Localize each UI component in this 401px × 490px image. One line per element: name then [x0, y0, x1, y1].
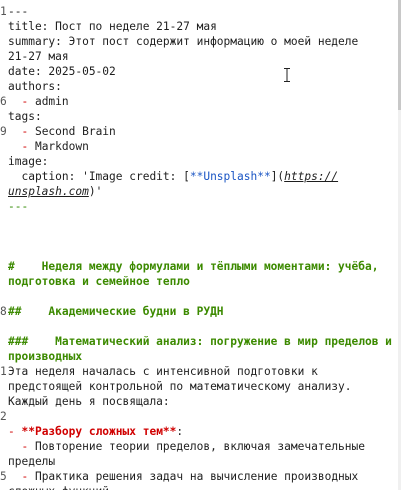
editor-line[interactable]: --- — [8, 199, 393, 214]
line-number: 9 — [0, 125, 7, 138]
line-text-segment: Markdown — [34, 140, 89, 153]
line-text-segment: --- — [8, 200, 29, 213]
line-text-segment: - — [8, 95, 35, 108]
line-text-segment: image: — [8, 155, 49, 168]
editor-line[interactable]: предстоящей контрольной по математическо… — [8, 379, 393, 394]
editor-line[interactable]: # Неделя между формулами и тёплыми момен… — [8, 259, 393, 274]
editor-line[interactable]: пределы — [8, 454, 393, 469]
line-text-segment: )' — [88, 185, 103, 198]
editor-line[interactable]: date: 2025-05-02 — [8, 64, 393, 79]
line-number: 8 — [0, 305, 7, 318]
line-text-segment: summary: Этот пост содержит информацию о… — [8, 35, 359, 48]
line-text-segment: : — [176, 425, 184, 438]
editor-line[interactable]: summary: Этот пост содержит информацию о… — [8, 34, 393, 49]
line-text-segment: Эта неделя началась с интенсивной подгот… — [8, 365, 318, 378]
line-text-segment: Практика решения задач на вычисление про… — [34, 470, 359, 483]
line-text-segment: **Unsplash** — [189, 170, 271, 183]
editor-line[interactable]: подготовка и семейное тепло — [8, 274, 393, 289]
line-text-segment: title: Пост по неделе 21-27 мая — [8, 20, 217, 33]
editor-line[interactable]: - admin — [8, 94, 393, 109]
editor-line[interactable]: --- — [8, 4, 393, 19]
line-text-segment: пределы — [8, 455, 56, 468]
text-cursor-icon — [284, 68, 290, 82]
line-text-segment: - — [8, 425, 22, 438]
line-text-segment: # Неделя между формулами и тёплыми момен… — [8, 260, 379, 273]
line-number: 5 — [0, 470, 7, 483]
line-text-segment: --- — [8, 5, 29, 18]
line-text-segment: 21-27 мая — [8, 50, 69, 63]
editor-line[interactable]: authors: — [8, 79, 393, 94]
line-text-segment: ### Математический анализ: погружение в … — [8, 335, 392, 348]
line-text-segment: authors: — [8, 80, 62, 93]
editor-line[interactable]: - Markdown — [8, 139, 393, 154]
line-number: 1 — [0, 365, 7, 378]
line-text-segment: Повторение теории пределов, включая заме… — [34, 440, 365, 453]
line-text-segment: - — [8, 470, 35, 483]
line-text-segment: **Разбору сложных тем** — [21, 425, 177, 438]
editor-line[interactable]: caption: 'Image credit: [**Unsplash**](h… — [8, 169, 393, 184]
editor-line[interactable]: сложных функций — [8, 484, 393, 490]
editor-line[interactable]: - Практика решения задач на вычисление п… — [8, 469, 393, 484]
line-text-segment: Каждый день я посвящала: — [8, 395, 170, 408]
line-text-segment: - — [8, 140, 35, 153]
line-text-segment: admin — [34, 95, 69, 108]
line-text-segment: производных — [8, 350, 83, 363]
line-text-segment: unsplash.com — [8, 185, 89, 198]
line-text-segment: caption: 'Image credit: [ — [8, 170, 190, 183]
editor-line[interactable]: - **Разбору сложных тем**: — [8, 424, 393, 439]
editor-line[interactable]: title: Пост по неделе 21-27 мая — [8, 19, 393, 34]
line-text-segment: ## Академические будни в РУДН — [8, 305, 224, 318]
editor-line[interactable]: ## Академические будни в РУДН — [8, 304, 393, 319]
line-number: 2 — [0, 410, 7, 423]
editor-line[interactable]: Каждый день я посвящала: — [8, 394, 393, 409]
line-text-segment: tags: — [8, 110, 42, 123]
editor-line[interactable]: - Повторение теории пределов, включая за… — [8, 439, 393, 454]
editor-line[interactable]: tags: — [8, 109, 393, 124]
line-text-segment: сложных функций — [8, 485, 109, 490]
line-text-segment: подготовка и семейное тепло — [8, 275, 190, 288]
editor-line[interactable]: unsplash.com)' — [8, 184, 393, 199]
line-text-segment: ]( — [270, 170, 285, 183]
markdown-editor[interactable]: 1 --- title: Пост по неделе 21-27 мая summa… — [0, 0, 397, 490]
line-number: 6 — [0, 95, 7, 108]
line-text-segment: Second Brain — [34, 125, 116, 138]
editor-line[interactable]: производных — [8, 349, 393, 364]
line-text-segment: https:// — [284, 170, 339, 183]
editor-line[interactable]: image: — [8, 154, 393, 169]
editor-line[interactable]: ### Математический анализ: погружение в … — [8, 334, 393, 349]
line-text-segment: - — [8, 125, 35, 138]
editor-line[interactable]: - Second Brain — [8, 124, 393, 139]
line-text-segment: предстоящей контрольной по математическо… — [8, 380, 352, 393]
line-number: 1 — [0, 5, 7, 18]
editor-line[interactable]: Эта неделя началась с интенсивной подгот… — [8, 364, 393, 379]
editor-line[interactable]: 21-27 мая — [8, 49, 393, 64]
line-text-segment: date: 2025-05-02 — [8, 65, 116, 78]
line-text-segment: - — [8, 440, 35, 453]
